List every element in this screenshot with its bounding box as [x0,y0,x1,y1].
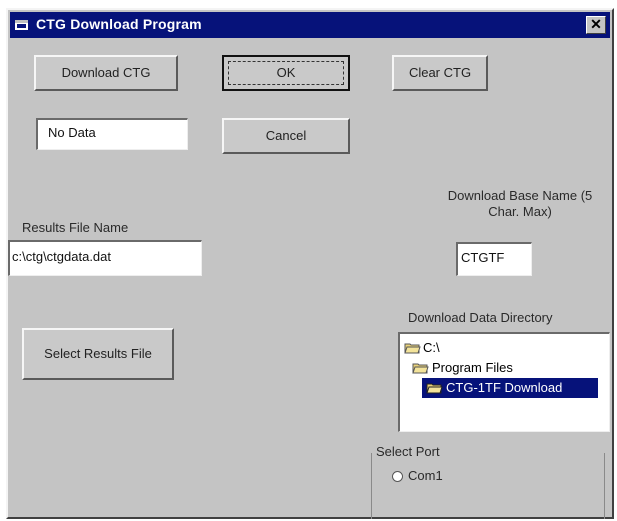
select-port-label: Select Port [376,444,443,460]
download-ctg-button[interactable]: Download CTG [34,55,178,91]
close-button[interactable]: ✕ [586,16,606,34]
com1-radio-option[interactable]: Com1 [392,468,462,486]
open-folder-icon [412,362,429,374]
select-results-file-label: Select Results File [44,346,152,361]
directory-item-root[interactable]: C:\ [402,338,522,358]
download-ctg-label: Download CTG [61,65,151,80]
open-folder-icon [426,382,443,394]
focus-rectangle [228,61,344,85]
window-title: CTG Download Program [36,16,202,32]
title-bar[interactable]: CTG Download Program ✕ [10,12,610,38]
clear-ctg-label: Clear CTG [408,65,472,80]
directory-item-label: C:\ [423,340,440,355]
cancel-button[interactable]: Cancel [222,118,350,154]
port-group-right-edge [604,453,605,519]
base-name-value: CTGTF [461,250,505,265]
status-value: No Data [48,125,96,140]
com1-label: Com1 [408,468,443,483]
base-name-input[interactable]: CTGTF [456,242,532,276]
directory-item-label: CTG-1TF Download [446,380,563,395]
results-file-value: c:\ctg\ctgdata.dat [12,249,112,264]
app-icon [14,18,30,32]
radio-button[interactable] [392,471,403,482]
status-field: No Data [36,118,188,150]
cancel-label: Cancel [265,128,307,143]
directory-item-program-files[interactable]: Program Files [410,358,570,378]
directory-item-ctg-download[interactable]: CTG-1TF Download [422,378,598,398]
base-name-label: Download Base Name (5 Char. Max) [447,188,593,219]
directory-list[interactable]: C:\ Program Files CTG-1TF Download [398,332,610,432]
results-file-input[interactable]: c:\ctg\ctgdata.dat [8,240,202,276]
directory-item-label: Program Files [432,360,513,375]
clear-ctg-button[interactable]: Clear CTG [392,55,488,91]
port-group-left-edge [371,453,372,519]
results-file-label: Results File Name [22,220,129,235]
directory-label: Download Data Directory [408,310,553,325]
close-icon: ✕ [590,16,602,32]
dialog-window: CTG Download Program ✕ Download CTG OK C… [6,8,614,519]
ok-button[interactable]: OK [222,55,350,91]
open-folder-icon [404,342,421,354]
select-results-file-button[interactable]: Select Results File [22,328,174,380]
